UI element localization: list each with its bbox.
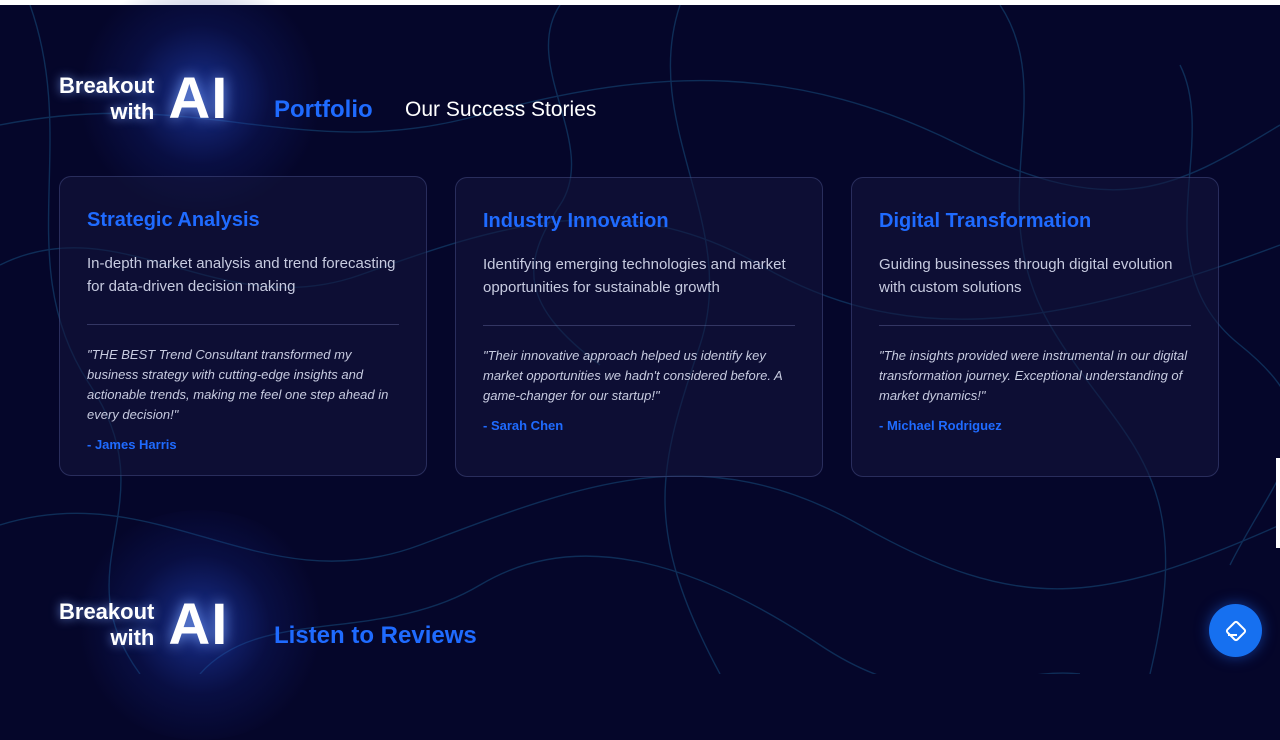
logo-ai: AI: [168, 592, 229, 657]
card-description: In-depth market analysis and trend forec…: [87, 255, 396, 295]
logo-line-1: Breakout: [59, 73, 155, 98]
reviews-tag: Listen to Reviews: [274, 622, 477, 649]
card-digital-transformation: Digital Transformation Guiding businesse…: [851, 177, 1219, 477]
page-scrollbar[interactable]: [1276, 458, 1280, 548]
logo-line-2: with: [110, 625, 155, 650]
card-divider: [87, 324, 399, 325]
card-title: Digital Transformation: [879, 210, 1092, 232]
card-author: - Michael Rodriguez: [879, 418, 1002, 433]
card-author: - James Harris: [87, 437, 177, 452]
portfolio-tag: Portfolio: [274, 96, 373, 123]
card-author: - Sarah Chen: [483, 418, 564, 433]
logo-line-1: Breakout: [59, 599, 155, 624]
breakout-ai-logo-reviews[interactable]: Breakout with AI: [59, 596, 228, 654]
logo-line-2: with: [110, 99, 155, 124]
card-quote: "The insights provided were instrumental…: [879, 348, 1188, 403]
card-title: Industry Innovation: [483, 210, 669, 232]
card-quote: "Their innovative approach helped us ide…: [483, 348, 783, 403]
card-strategic-analysis: Strategic Analysis In-depth market analy…: [59, 176, 427, 476]
diamond-outline-icon: [1225, 620, 1246, 641]
logo-ai: AI: [168, 66, 229, 131]
card-description: Guiding businesses through digital evolu…: [879, 256, 1173, 296]
floating-action-button[interactable]: [1209, 604, 1262, 657]
card-title: Strategic Analysis: [87, 209, 260, 231]
card-divider: [483, 325, 795, 326]
breakout-ai-logo[interactable]: Breakout with AI: [59, 70, 228, 128]
card-industry-innovation: Industry Innovation Identifying emerging…: [455, 177, 823, 477]
card-description: Identifying emerging technologies and ma…: [483, 256, 786, 296]
card-quote: "THE BEST Trend Consultant transformed m…: [87, 347, 389, 422]
card-divider: [879, 325, 1191, 326]
portfolio-subtitle: Our Success Stories: [405, 98, 597, 121]
